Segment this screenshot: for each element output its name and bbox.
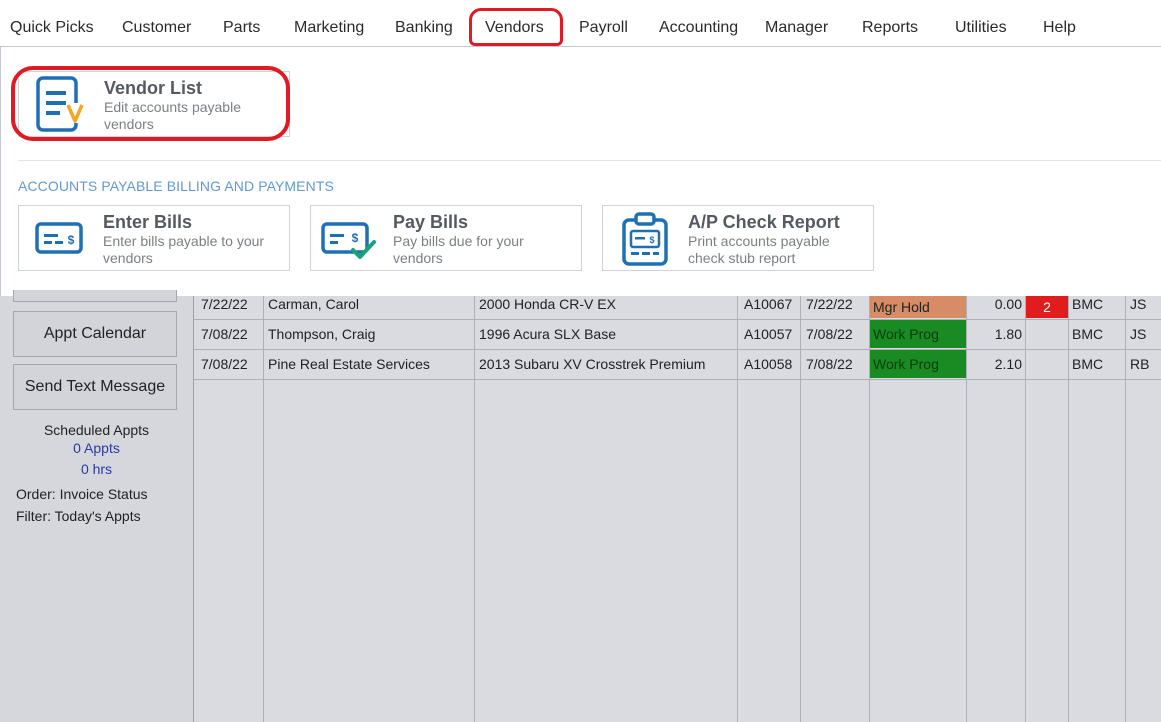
- ap-check-report-title: A/P Check Report: [688, 212, 840, 232]
- top-menu-bar: Quick Picks Customer Parts Marketing Ban…: [0, 0, 1161, 46]
- menu-marketing[interactable]: Marketing: [294, 19, 364, 37]
- row-hours: 2.10: [994, 356, 1022, 372]
- pay-bills-card[interactable]: $ Pay Bills Pay bills due for your vendo…: [310, 205, 582, 271]
- svg-text:$: $: [68, 233, 75, 247]
- row-invoice: A10067: [744, 296, 793, 312]
- work-order-grid: 7/22/22 Carman, Carol 2000 Honda CR-V EX…: [193, 296, 1161, 722]
- svg-text:$: $: [352, 231, 359, 245]
- pay-bills-description: Pay bills due for your vendors: [393, 233, 524, 266]
- row-date: 7/08/22: [201, 356, 248, 372]
- vendor-list-card[interactable]: Vendor List Edit accounts payable vendor…: [18, 71, 290, 137]
- menu-payroll[interactable]: Payroll: [579, 19, 628, 37]
- row-vehicle: 2013 Subaru XV Crosstrek Premium: [479, 356, 706, 372]
- pay-bills-title: Pay Bills: [393, 212, 469, 232]
- menu-vendors[interactable]: Vendors: [485, 19, 544, 37]
- menu-customer[interactable]: Customer: [122, 19, 191, 37]
- vendors-dropdown-panel: Vendor List Edit accounts payable vendor…: [0, 46, 1161, 296]
- row-customer: Carman, Carol: [268, 296, 360, 312]
- menu-help[interactable]: Help: [1043, 19, 1076, 37]
- hours-count: 0 hrs: [80, 461, 113, 477]
- menu-reports[interactable]: Reports: [862, 19, 918, 37]
- row-tech: JS: [1130, 326, 1147, 342]
- row-date: 7/22/22: [201, 296, 248, 312]
- pay-bills-icon: $: [321, 222, 376, 259]
- menu-utilities[interactable]: Utilities: [955, 19, 1007, 37]
- status-badge: Work Prog: [870, 320, 966, 348]
- table-row[interactable]: 7/08/22 Thompson, Craig 1996 Acura SLX B…: [194, 319, 1161, 349]
- row-advisor: BMC: [1072, 356, 1104, 372]
- row-invoice: A10058: [744, 356, 793, 372]
- appt-calendar-button[interactable]: Appt Calendar: [13, 311, 177, 357]
- row-promised: 7/08/22: [806, 326, 853, 342]
- enter-bills-description: Enter bills payable to your vendors: [103, 233, 265, 266]
- row-flag-badge: 2: [1026, 296, 1068, 318]
- menu-parts[interactable]: Parts: [223, 19, 260, 37]
- appts-count: 0 Appts: [73, 440, 120, 456]
- enter-bills-title: Enter Bills: [103, 212, 193, 232]
- row-tech: JS: [1130, 296, 1147, 312]
- vendor-list-description: Edit accounts payable vendors: [104, 99, 241, 132]
- filter-info: Filter: Today's Appts: [16, 508, 141, 524]
- row-tech: RB: [1130, 356, 1150, 372]
- row-promised: 7/08/22: [806, 356, 853, 372]
- table-row[interactable]: 7/22/22 Carman, Carol 2000 Honda CR-V EX…: [194, 289, 1161, 319]
- svg-text:$: $: [649, 235, 654, 245]
- row-advisor: BMC: [1072, 296, 1104, 312]
- menu-quick-picks[interactable]: Quick Picks: [10, 19, 94, 37]
- send-text-message-button[interactable]: Send Text Message: [13, 364, 177, 410]
- row-advisor: BMC: [1072, 326, 1104, 342]
- row-invoice: A10057: [744, 326, 793, 342]
- left-sidebar: Appt Calendar Send Text Message Schedule…: [0, 290, 193, 722]
- section-label: ACCOUNTS PAYABLE BILLING AND PAYMENTS: [18, 178, 334, 194]
- enter-bills-card[interactable]: $ Enter Bills Enter bills payable to you…: [18, 205, 290, 271]
- ap-check-report-description: Print accounts payable check stub report: [688, 233, 830, 266]
- vendor-list-title: Vendor List: [104, 78, 203, 98]
- check-report-icon: $: [622, 212, 668, 266]
- panel-divider: [18, 160, 1161, 161]
- row-customer: Thompson, Craig: [268, 326, 376, 342]
- row-date: 7/08/22: [201, 326, 248, 342]
- menu-manager[interactable]: Manager: [765, 19, 828, 37]
- row-vehicle: 1996 Acura SLX Base: [479, 326, 616, 342]
- menu-banking[interactable]: Banking: [395, 19, 453, 37]
- ap-check-report-card[interactable]: $ A/P Check Report Print accounts payabl…: [602, 205, 874, 271]
- row-customer: Pine Real Estate Services: [268, 356, 430, 372]
- order-info: Order: Invoice Status: [16, 486, 148, 502]
- status-badge: Work Prog: [870, 350, 966, 378]
- row-hours: 1.80: [994, 326, 1022, 342]
- hidden-sidebar-button[interactable]: [13, 290, 177, 302]
- row-vehicle: 2000 Honda CR-V EX: [479, 296, 616, 312]
- row-promised: 7/22/22: [806, 296, 853, 312]
- vendor-list-icon: [36, 76, 84, 132]
- scheduled-appts-label: Scheduled Appts: [43, 422, 150, 438]
- enter-bills-icon: $: [35, 222, 83, 254]
- row-hours: 0.00: [994, 296, 1022, 312]
- table-row[interactable]: 7/08/22 Pine Real Estate Services 2013 S…: [194, 349, 1161, 379]
- status-badge: Mgr Hold: [870, 296, 966, 318]
- menu-accounting[interactable]: Accounting: [659, 19, 738, 37]
